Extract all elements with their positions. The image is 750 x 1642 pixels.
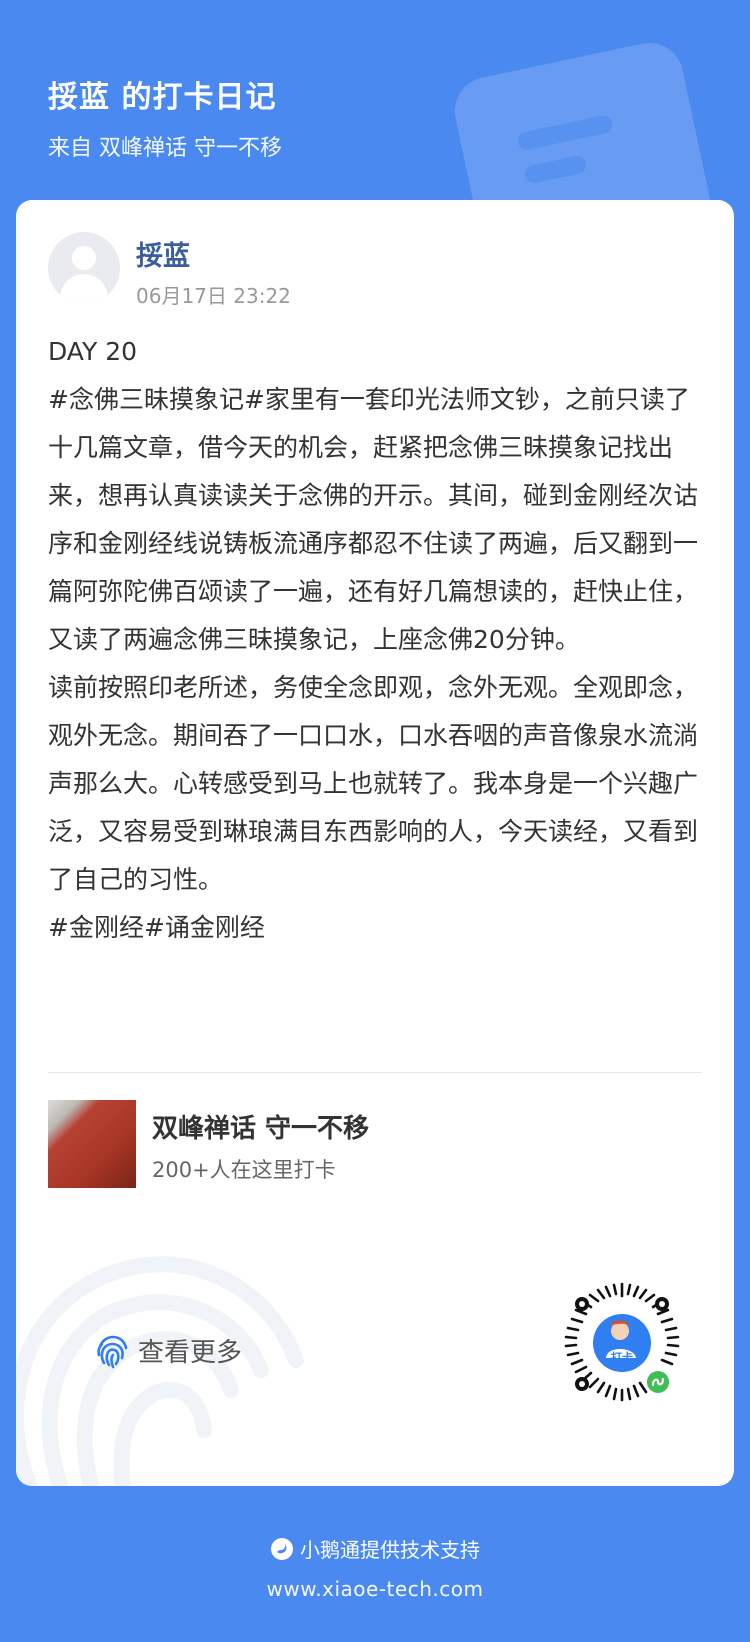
view-more-label: 查看更多 [138, 1338, 243, 1368]
post-content: DAY 20 #念佛三昧摸象记#家里有一套印光法师文钞，之前只读了十几篇文章，借… [48, 328, 708, 952]
avatar-head-shape [72, 246, 96, 270]
divider [48, 1072, 702, 1073]
view-more-button[interactable]: 查看更多 [94, 1332, 242, 1369]
note-line-decoration [516, 113, 614, 152]
xiaoe-logo-icon [271, 1537, 293, 1560]
fingerprint-icon [97, 1335, 128, 1368]
mini-program-qr-code[interactable]: 打卡 [560, 1282, 684, 1406]
post-line: 读前按照印老所述，务使全念即观，念外无观。全观即念，观外无念。期间吞了一口口水，… [48, 673, 699, 894]
course-title[interactable]: 双峰禅话 守一不移 [152, 1108, 369, 1145]
course-thumbnail[interactable] [48, 1100, 136, 1188]
qr-badge-label: 打卡 [611, 1350, 633, 1364]
course-participant-count: 200+人在这里打卡 [152, 1158, 336, 1182]
header: 挼蓝 的打卡日记 来自 双峰禅话 守一不移 [48, 72, 282, 162]
footer: 小鹅通提供技术支持 www.xiaoe-tech.com [0, 1534, 750, 1601]
avatar[interactable] [48, 232, 120, 304]
page-subtitle: 来自 双峰禅话 守一不移 [48, 136, 282, 161]
user-name[interactable]: 挼蓝 [136, 234, 190, 273]
post-time: 06月17日 23:22 [136, 284, 291, 308]
post-line: #念佛三昧摸象记#家里有一套印光法师文钞，之前只读了十几篇文章，借今天的机会，赶… [48, 385, 699, 654]
post-line: DAY 20 [48, 337, 138, 366]
diary-card: 挼蓝 06月17日 23:22 DAY 20 #念佛三昧摸象记#家里有一套印光法… [16, 200, 734, 1486]
footer-support-text: 小鹅通提供技术支持 [300, 1538, 480, 1562]
page-title: 挼蓝 的打卡日记 [48, 80, 277, 115]
post-line: #金刚经#诵金刚经 [48, 913, 265, 942]
footer-url[interactable]: www.xiaoe-tech.com [0, 1577, 750, 1601]
avatar-body-shape [60, 274, 108, 304]
note-line-decoration [523, 154, 588, 185]
footer-support: 小鹅通提供技术支持 [0, 1534, 750, 1563]
